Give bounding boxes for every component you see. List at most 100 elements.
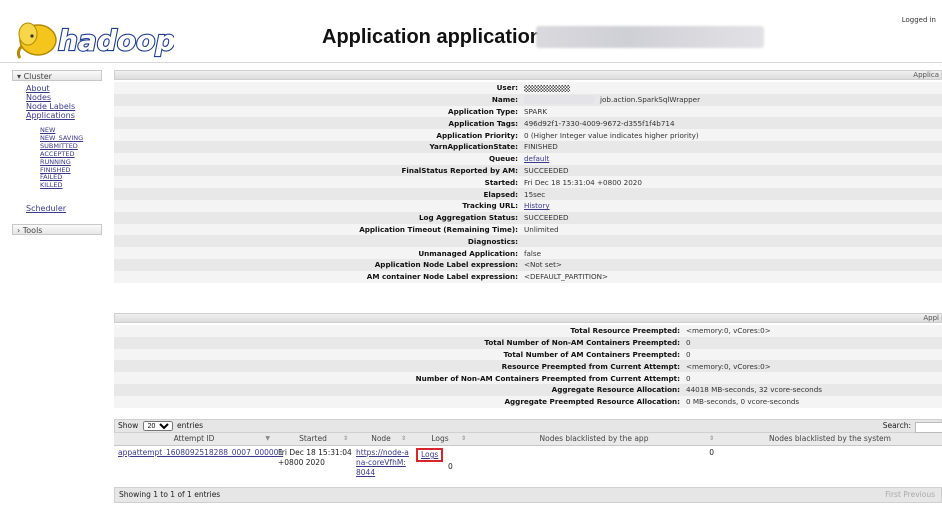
metrics-value: 44018 MB-seconds, 32 vcore-seconds [686, 385, 823, 395]
metrics-row: Resource Preempted from Current Attempt:… [114, 360, 942, 373]
metrics-panel-title: Appl [114, 313, 942, 323]
overview-label: Log Aggregation Status: [418, 213, 518, 223]
col-blacklisted-system-label: Nodes blacklisted by the system [769, 434, 891, 443]
col-logs[interactable]: Logs ⇕ [410, 433, 470, 445]
overview-row: Queue: default [114, 152, 942, 165]
overview-value: default [524, 154, 549, 163]
sidebar-link-about[interactable]: About [26, 84, 75, 93]
node-link[interactable]: https://node-ana-coreVfhM:8044 [356, 448, 409, 477]
col-logs-label: Logs [431, 434, 449, 443]
table-row: appattempt_1608092518288_0007_000001 Fri… [114, 446, 942, 488]
overview-value: SUCCEEDED [524, 165, 569, 175]
overview-label: Name: [491, 95, 518, 105]
metrics-row: Total Resource Preempted: <memory:0, vCor… [114, 325, 942, 337]
metrics-row: Aggregate Preempted Resource Allocation:… [114, 395, 942, 408]
overview-row: Application Tags: 496d92f1-7330-4009-9672… [114, 117, 942, 130]
col-attempt-id-label: Attempt ID [173, 434, 215, 443]
pagination[interactable]: First Previous [885, 488, 935, 502]
col-attempt-id[interactable]: Attempt ID ▼ [114, 433, 274, 445]
search-input[interactable] [915, 422, 942, 433]
col-node-label: Node [371, 434, 391, 443]
overview-row: Application Priority: 0 (Higher Integer v… [114, 129, 942, 141]
overview-label: Queue: [489, 154, 518, 164]
overview-row: YarnApplicationState: FINISHED [114, 140, 942, 153]
overview-value: <DEFAULT_PARTITION> [524, 272, 609, 282]
overview-label: User: [496, 83, 518, 93]
overview-panel-title: Applica [114, 70, 942, 80]
metrics-value: <memory:0, vCores:0> [686, 361, 771, 371]
sidebar-link-nodes[interactable]: Nodes [26, 93, 75, 102]
overview-value: SPARK [524, 106, 548, 116]
col-blacklisted-system[interactable]: Nodes blacklisted by the system [718, 433, 942, 445]
metrics-value: 0 [686, 349, 691, 359]
attempt-id-link[interactable]: appattempt_1608092518288_0007_000001 [118, 448, 283, 457]
overview-row: FinalStatus Reported by AM: SUCCEEDED [114, 164, 942, 177]
table-footer: Showing 1 to 1 of 1 entries First Previo… [114, 487, 942, 503]
overview-label: AM container Node Label expression: [366, 272, 518, 282]
redacted-user [524, 84, 570, 92]
overview-row: Diagnostics: [114, 235, 942, 248]
cluster-label: Cluster [23, 72, 52, 81]
attempts-table: Show 20 entries Search: Attempt ID ▼ Star… [114, 419, 942, 488]
sidebar-app-states: NEW NEW_SAVING SUBMITTED ACCEPTED RUNNIN… [40, 126, 83, 190]
col-node[interactable]: Node ⇕ [352, 433, 410, 445]
page-size-select[interactable]: 20 [142, 421, 173, 431]
overview-value [524, 83, 570, 92]
sort-icon: ⇕ [400, 435, 406, 442]
app-metrics-panel: Appl Total Resource Preempted: <memory:0,… [114, 313, 942, 408]
overview-label: Application Node Label expression: [374, 260, 518, 270]
overview-row: Application Type: SPARK [114, 105, 942, 118]
metrics-label: Total Number of AM Containers Preempted: [503, 349, 680, 359]
overview-label: Unmanaged Application: [418, 248, 518, 258]
overview-row: Application Node Label expression: <Not s… [114, 258, 942, 271]
overview-label: Application Type: [448, 106, 518, 116]
overview-value: <Not set> [524, 260, 562, 270]
logs-link[interactable]: Logs [421, 450, 438, 459]
queue-link[interactable]: default [524, 154, 549, 163]
overview-value: 496d92f1-7330-4009-9672-d355f1f4b714 [524, 118, 675, 128]
sidebar-cluster-links: About Nodes Node Labels Applications [26, 84, 75, 120]
metrics-value: <memory:0, vCores:0> [686, 326, 771, 336]
state-killed[interactable]: KILLED [40, 181, 83, 190]
redacted-app-id [536, 26, 764, 48]
metrics-label: Resource Preempted from Current Attempt: [501, 361, 680, 371]
sidebar-link-node-labels[interactable]: Node Labels [26, 102, 75, 111]
sidebar-cluster-header[interactable]: ▾ Cluster [12, 70, 102, 81]
metrics-label: Number of Non-AM Containers Preempted fr… [415, 373, 680, 383]
overview-label: FinalStatus Reported by AM: [401, 165, 518, 175]
overview-value: 15sec [524, 189, 546, 199]
overview-value: false [524, 248, 542, 258]
sidebar-link-applications[interactable]: Applications [26, 111, 75, 120]
metrics-row: Total Number of AM Containers Preempted:… [114, 348, 942, 361]
sort-icon: ⇕ [460, 435, 466, 442]
show-label: Show [118, 421, 139, 430]
overview-row: Started: Fri Dec 18 15:31:04 +0800 2020 [114, 176, 942, 189]
sort-icon: ⇕ [342, 435, 348, 442]
metrics-row: Number of Non-AM Containers Preempted fr… [114, 372, 942, 384]
overview-label: YarnApplicationState: [429, 142, 518, 152]
entries-info: Showing 1 to 1 of 1 entries [119, 490, 221, 499]
overview-label: Elapsed: [483, 189, 518, 199]
metrics-value: 0 [686, 338, 691, 348]
redacted-name-prefix [524, 95, 594, 105]
tools-label: Tools [22, 226, 43, 235]
search-label: Search: [882, 421, 911, 430]
table-header: Attempt ID ▼ Started ⇕ Node ⇕ Logs ⇕ Nodes b… [114, 433, 942, 446]
overview-value: job.action.SparkSqlWrapper [524, 95, 700, 105]
col-blacklisted-app[interactable]: Nodes blacklisted by the app ⇕ [470, 433, 718, 445]
cell-blacklisted-app: 0 [448, 462, 453, 471]
cell-blacklisted-system: 0 [709, 448, 714, 457]
hadoop-logo[interactable]: hadoop [14, 12, 176, 62]
overview-label: Diagnostics: [467, 236, 518, 246]
sidebar-tools-header[interactable]: › Tools [12, 224, 102, 235]
metrics-label: Total Number of Non-AM Containers Preemp… [484, 338, 680, 348]
metrics-label: Aggregate Resource Allocation: [551, 385, 680, 395]
overview-row: Tracking URL: History [114, 199, 942, 212]
sidebar-link-scheduler[interactable]: Scheduler [26, 204, 66, 213]
table-controls: Show 20 entries Search: [114, 419, 942, 433]
overview-row: Application Timeout (Remaining Time): Unl… [114, 223, 942, 236]
tracking-url-link[interactable]: History [524, 201, 550, 210]
logged-in-text: Logged in [901, 16, 936, 24]
col-started[interactable]: Started ⇕ [274, 433, 352, 445]
overview-row: User: [114, 82, 942, 94]
